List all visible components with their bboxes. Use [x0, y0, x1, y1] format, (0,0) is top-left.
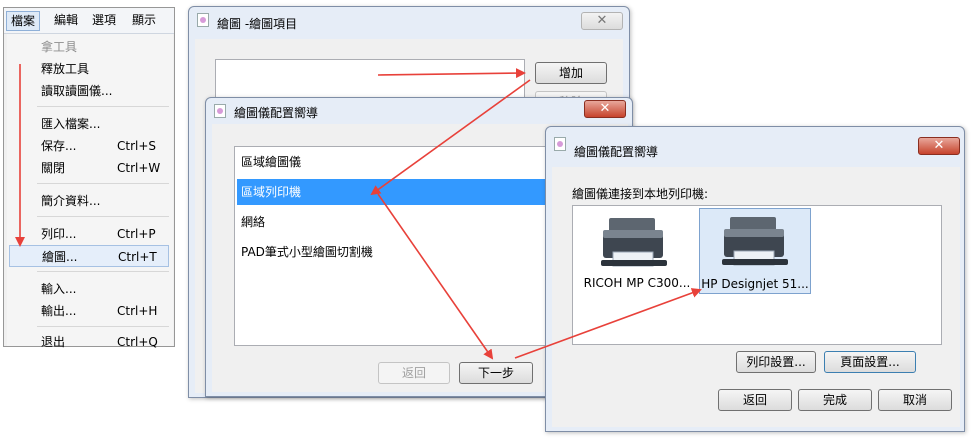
add-button[interactable]: 增加	[535, 62, 607, 84]
menu-item-label: 繪圖...	[42, 250, 78, 264]
menu-file[interactable]: 檔案	[6, 11, 41, 31]
menu-item-read-digitizer[interactable]: 讀取讀圖儀...	[9, 80, 169, 102]
menu-item-label: 輸入...	[41, 282, 77, 296]
menu-item-label: 釋放工具	[41, 62, 90, 76]
menu-item-release-tool[interactable]: 釋放工具	[9, 58, 169, 80]
printer-item-selected[interactable]: HP Designjet 51...	[699, 208, 811, 294]
menu-item-close[interactable]: 關閉 Ctrl+W	[9, 157, 169, 179]
plotter-select-window: 繪圖儀配置嚮導 ✕ 繪圖儀連接到本地列印機: RICOH MP C300...	[545, 126, 965, 432]
window-title: 繪圖 -繪圖項目	[217, 17, 298, 31]
menu-view[interactable]: 顯示	[128, 11, 160, 29]
app-icon	[214, 104, 226, 118]
printer-item[interactable]: RICOH MP C300...	[577, 212, 695, 298]
printer-icon	[601, 218, 667, 267]
menu-bar: 檔案 編輯 選項 顯示	[4, 8, 174, 34]
menu-separator	[37, 216, 169, 217]
menu-item-label: 關閉	[41, 161, 66, 175]
close-icon[interactable]: ✕	[918, 137, 960, 155]
close-icon[interactable]: ✕	[584, 100, 626, 118]
menu-edit[interactable]: 編輯	[50, 11, 82, 29]
menu-item-input[interactable]: 輸入...	[9, 278, 169, 300]
file-menu: 檔案 編輯 選項 顯示 拿工具 釋放工具 讀取讀圖儀... 匯入檔案... 保存…	[3, 7, 175, 349]
window-client: 繪圖儀連接到本地列印機: RICOH MP C300... HP Designj…	[552, 167, 960, 427]
menu-item-shortcut: Ctrl+H	[117, 304, 158, 318]
plot-items-list[interactable]	[215, 59, 525, 99]
menu-item-label: 列印...	[41, 227, 77, 241]
menu-item-profile[interactable]: 簡介資料...	[9, 190, 169, 212]
menu-item-label: 簡介資料...	[41, 194, 101, 208]
window-title: 繪圖儀配置嚮導	[574, 145, 659, 159]
menu-item-label: 保存...	[41, 139, 77, 153]
menu-item-label: 讀取讀圖儀...	[41, 84, 113, 98]
next-button[interactable]: 下一步	[459, 362, 533, 384]
menu-item-label: 輸出...	[41, 304, 77, 318]
menu-separator	[37, 271, 169, 272]
back-button[interactable]: 返回	[378, 362, 450, 384]
menu-item-label: 退出	[41, 335, 66, 349]
print-setup-button[interactable]: 列印設置...	[736, 351, 816, 373]
menu-item-plot[interactable]: 繪圖... Ctrl+T	[9, 245, 169, 267]
menu-item-save[interactable]: 保存... Ctrl+S	[9, 135, 169, 157]
window-title: 繪圖儀配置嚮導	[234, 106, 319, 120]
printer-prompt: 繪圖儀連接到本地列印機:	[572, 187, 709, 201]
menu-item-shortcut: Ctrl+W	[117, 161, 161, 175]
close-icon[interactable]: ✕	[581, 12, 623, 30]
menu-item-print[interactable]: 列印... Ctrl+P	[9, 223, 169, 245]
menu-item-shortcut: Ctrl+Q	[117, 335, 158, 349]
menu-item-exit[interactable]: 退出 Ctrl+Q	[9, 331, 169, 353]
menu-separator	[37, 326, 169, 327]
finish-button[interactable]: 完成	[798, 389, 872, 411]
menu-item-shortcut: Ctrl+P	[117, 227, 156, 241]
menu-options[interactable]: 選項	[88, 11, 120, 29]
app-icon	[197, 13, 209, 27]
app-icon	[554, 137, 566, 151]
file-dropdown: 拿工具 釋放工具 讀取讀圖儀... 匯入檔案... 保存... Ctrl+S 關閉…	[7, 34, 173, 349]
menu-separator	[37, 183, 169, 184]
page-setup-button[interactable]: 頁面設置...	[824, 351, 916, 373]
printer-icon	[722, 217, 788, 266]
menu-item-shortcut: Ctrl+T	[118, 250, 157, 264]
menu-item-label: 拿工具	[41, 40, 78, 54]
menu-item-label: 匯入檔案...	[41, 117, 101, 131]
menu-item-output[interactable]: 輸出... Ctrl+H	[9, 300, 169, 322]
menu-item-take-tool[interactable]: 拿工具	[9, 36, 169, 58]
back-button[interactable]: 返回	[718, 389, 792, 411]
printer-label: HP Designjet 51...	[701, 277, 809, 291]
printer-list: RICOH MP C300... HP Designjet 51...	[572, 205, 942, 345]
cancel-button[interactable]: 取消	[878, 389, 952, 411]
menu-item-shortcut: Ctrl+S	[117, 139, 157, 153]
menu-item-import[interactable]: 匯入檔案...	[9, 113, 169, 135]
printer-label: RICOH MP C300...	[583, 276, 691, 290]
menu-separator	[37, 106, 169, 107]
